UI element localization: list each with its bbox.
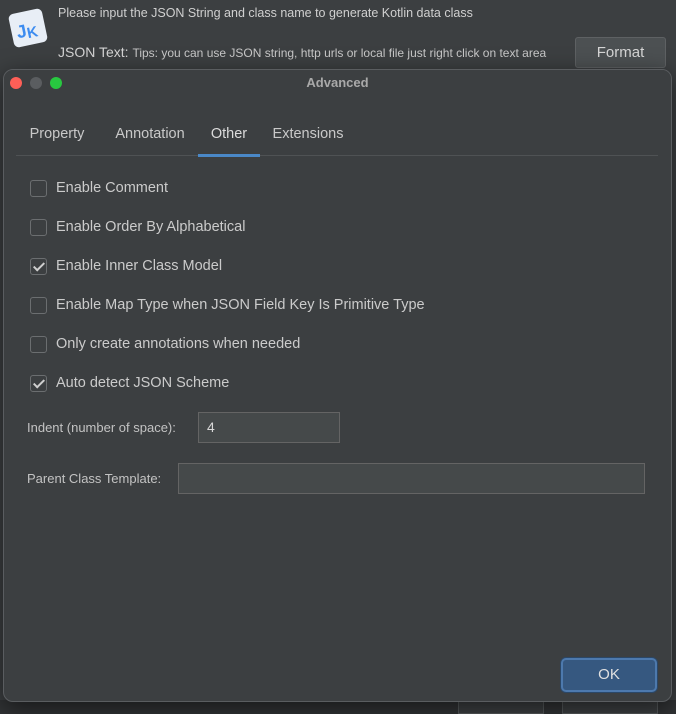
ok-button[interactable]: OK: [561, 658, 657, 692]
dialog-titlebar: Advanced: [4, 70, 671, 96]
tab-bar: Property Annotation Other Extensions: [16, 118, 658, 157]
map-type-checkbox[interactable]: [30, 296, 47, 314]
option-inner-class-model[interactable]: Enable Inner Class Model: [30, 256, 222, 276]
option-map-type[interactable]: Enable Map Type when JSON Field Key Is P…: [30, 295, 425, 315]
order-alphabetical-checkbox[interactable]: [30, 218, 47, 236]
tab-extensions[interactable]: Extensions: [268, 118, 348, 156]
indent-label: Indent (number of space):: [27, 420, 176, 435]
parent-bottom-button-left[interactable]: [458, 700, 544, 714]
parent-bottom-button-right[interactable]: [562, 700, 658, 714]
inner-class-model-label: Enable Inner Class Model: [56, 258, 223, 274]
option-enable-comment[interactable]: Enable Comment: [30, 178, 168, 198]
annotations-when-needed-label: Only create annotations when needed: [56, 336, 301, 352]
option-order-alphabetical[interactable]: Enable Order By Alphabetical: [30, 217, 245, 237]
app-logo-icon: J K: [8, 8, 48, 48]
dialog-title: Advanced: [306, 75, 369, 90]
auto-detect-scheme-label: Auto detect JSON Scheme: [56, 375, 230, 391]
annotations-when-needed-checkbox[interactable]: [30, 335, 47, 353]
tab-other[interactable]: Other: [198, 118, 260, 157]
inner-class-model-checkbox[interactable]: [30, 257, 47, 275]
auto-detect-scheme-checkbox[interactable]: [30, 374, 47, 392]
indent-input[interactable]: 4: [198, 412, 340, 443]
json-tips-text: Tips: you can use JSON string, http urls…: [132, 46, 547, 60]
json-label: JSON Text:: [58, 44, 129, 60]
parent-template-input[interactable]: [178, 463, 645, 494]
option-annotations-when-needed[interactable]: Only create annotations when needed: [30, 334, 300, 354]
enable-comment-checkbox[interactable]: [30, 179, 47, 197]
format-button[interactable]: Format: [575, 37, 666, 68]
tab-annotation[interactable]: Annotation: [106, 118, 194, 156]
tab-property[interactable]: Property: [20, 118, 94, 156]
enable-comment-label: Enable Comment: [56, 180, 169, 196]
map-type-label: Enable Map Type when JSON Field Key Is P…: [56, 297, 425, 313]
generator-info-text: Please input the JSON String and class n…: [58, 6, 473, 20]
order-alphabetical-label: Enable Order By Alphabetical: [56, 219, 246, 235]
option-auto-detect-scheme[interactable]: Auto detect JSON Scheme: [30, 373, 229, 393]
json-text-label: JSON Text: Tips: you can use JSON string…: [58, 44, 546, 60]
advanced-dialog: Advanced Property Annotation Other Exten…: [3, 69, 672, 702]
parent-template-label: Parent Class Template:: [27, 471, 162, 486]
